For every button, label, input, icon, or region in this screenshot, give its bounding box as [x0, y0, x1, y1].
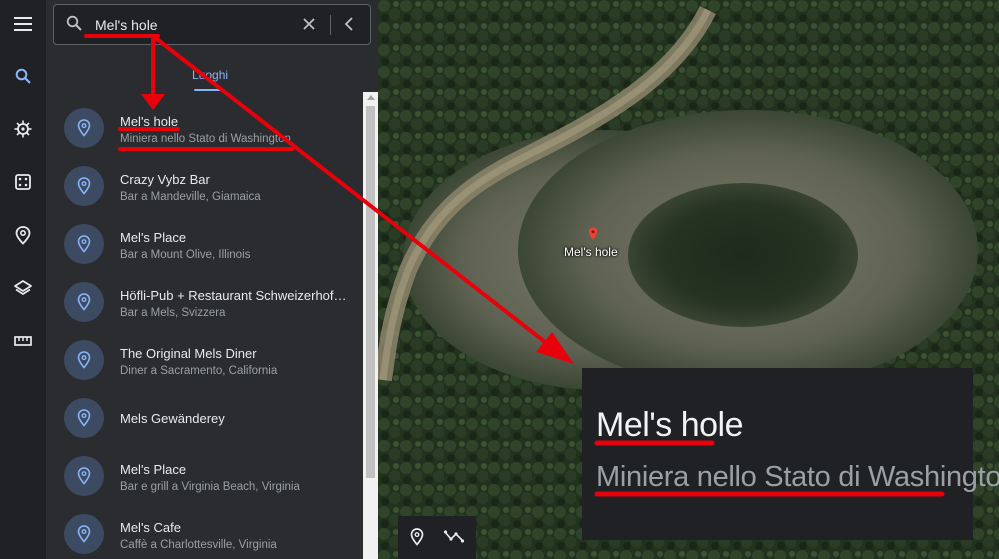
- map-place-label[interactable]: Mel's hole: [564, 245, 618, 259]
- result-subtitle: Miniera nello Stato di Washington: [120, 133, 291, 145]
- search-icon[interactable]: [8, 61, 38, 91]
- dice-icon[interactable]: [8, 167, 38, 197]
- result-name: Mel's hole: [120, 114, 179, 129]
- list-item[interactable]: Mel's Cafe Caffè a Charlottesville, Virg…: [47, 506, 363, 559]
- menu-icon[interactable]: [8, 9, 38, 39]
- list-item[interactable]: The Original Mels Diner Diner a Sacramen…: [47, 332, 363, 390]
- pin-icon: [64, 108, 104, 148]
- result-name: Mel's Place: [120, 462, 187, 477]
- pin-icon: [64, 340, 104, 380]
- list-item[interactable]: Mel's hole Miniera nello Stato di Washin…: [47, 100, 363, 158]
- voyager-icon[interactable]: [8, 114, 38, 144]
- pin-icon: [64, 166, 104, 206]
- map-pin-icon[interactable]: [588, 227, 598, 246]
- tab-luoghi[interactable]: Luoghi: [192, 68, 228, 82]
- result-name: Höfli-Pub + Restaurant Schweizerhof…: [120, 288, 347, 303]
- list-item[interactable]: Mels Gewänderey: [47, 390, 363, 448]
- pin-icon: [64, 224, 104, 264]
- results-list: Mel's hole Miniera nello Stato di Washin…: [47, 92, 363, 559]
- pin-icon: [64, 398, 104, 438]
- result-subtitle: Diner a Sacramento, California: [120, 365, 278, 377]
- place-pin-icon[interactable]: [410, 528, 424, 551]
- chevron-left-icon[interactable]: [342, 16, 358, 37]
- pin-icon: [64, 514, 104, 554]
- result-name: Mel's Place: [120, 230, 187, 245]
- divider: [330, 15, 331, 35]
- search-panel: Mel's hole Luoghi Mel's hole Miniera nel…: [47, 0, 378, 559]
- list-item[interactable]: Mel's Place Bar e grill a Virginia Beach…: [47, 448, 363, 506]
- zoom-callout: Mel's hole Miniera nello Stato di Washin…: [582, 368, 999, 540]
- map-tools: [398, 516, 476, 559]
- result-subtitle: Caffè a Charlottesville, Virginia: [120, 539, 277, 551]
- tab-indicator: [194, 89, 224, 91]
- ruler-icon[interactable]: [8, 326, 38, 356]
- search-box[interactable]: Mel's hole: [53, 4, 371, 45]
- search-icon: [66, 15, 82, 36]
- callout-title: Mel's hole: [596, 406, 744, 444]
- scroll-up-arrow-icon[interactable]: [367, 95, 375, 100]
- clear-icon[interactable]: [301, 16, 317, 37]
- result-name: Mel's Cafe: [120, 520, 182, 535]
- result-subtitle: Bar e grill a Virginia Beach, Virginia: [120, 481, 300, 493]
- left-rail: [0, 0, 47, 559]
- scrollbar-thumb[interactable]: [366, 106, 375, 478]
- list-item[interactable]: Höfli-Pub + Restaurant Schweizerhof… Bar…: [47, 274, 363, 332]
- layers-icon[interactable]: [8, 273, 38, 303]
- pin-icon: [64, 282, 104, 322]
- pin-icon[interactable]: [8, 220, 38, 250]
- result-subtitle: Bar a Mandeville, Giamaica: [120, 191, 261, 203]
- callout-subtitle: Miniera nello Stato di Washington: [596, 461, 999, 493]
- path-icon[interactable]: [443, 529, 465, 548]
- result-name: Mels Gewänderey: [120, 411, 225, 426]
- list-item[interactable]: Crazy Vybz Bar Bar a Mandeville, Giamaic…: [47, 158, 363, 216]
- result-name: Crazy Vybz Bar: [120, 172, 210, 187]
- satellite-map[interactable]: Mel's hole Mel's hole Miniera nello Stat…: [378, 0, 999, 559]
- search-input[interactable]: Mel's hole: [95, 17, 158, 33]
- result-subtitle: Bar a Mount Olive, Illinois: [120, 249, 251, 261]
- result-subtitle: Bar a Mels, Svizzera: [120, 307, 226, 319]
- list-item[interactable]: Mel's Place Bar a Mount Olive, Illinois: [47, 216, 363, 274]
- result-name: The Original Mels Diner: [120, 346, 257, 361]
- pin-icon: [64, 456, 104, 496]
